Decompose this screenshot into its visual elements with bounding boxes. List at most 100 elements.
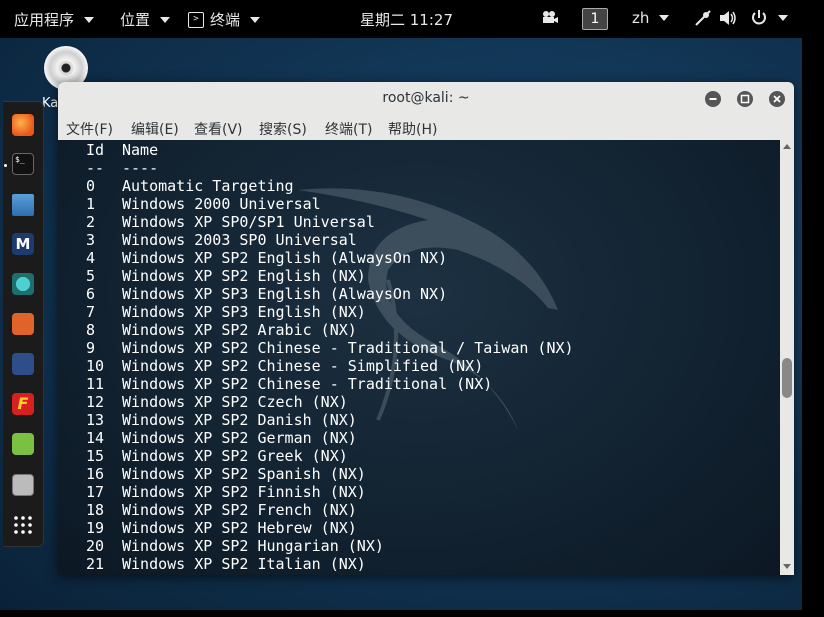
maltego-icon[interactable]	[12, 353, 34, 375]
table-row: 16 Windows XP SP2 Spanish (NX)	[86, 465, 574, 483]
row-id: 4	[86, 249, 96, 267]
row-name: Windows XP SP2 Arabic (NX)	[122, 321, 357, 339]
title-bar[interactable]: root@kali: ~	[58, 82, 794, 116]
row-name: Windows XP SP2 Chinese - Traditional (NX…	[122, 375, 493, 393]
menu-view[interactable]: 查看(V)	[194, 119, 243, 139]
table-row: 19 Windows XP SP2 Hebrew (NX)	[86, 519, 574, 537]
power-icon	[752, 10, 766, 25]
table-row: 20 Windows XP SP2 Hungarian (NX)	[86, 537, 574, 555]
video-camera-icon[interactable]	[541, 9, 559, 25]
row-name: Windows XP SP2 English (AlwaysOn NX)	[122, 249, 448, 267]
applications-menu[interactable]: 应用程序	[14, 9, 95, 30]
row-id: 17	[86, 483, 105, 501]
menu-terminal[interactable]: 终端(T)	[325, 119, 372, 139]
burpsuite-icon[interactable]	[12, 313, 34, 335]
row-id: 11	[86, 375, 105, 393]
table-row: 14 Windows XP SP2 German (NX)	[86, 429, 574, 447]
chevron-down-icon	[84, 16, 95, 23]
menu-bar: 文件(F) 编辑(E) 查看(V) 搜索(S) 终端(T) 帮助(H)	[58, 116, 794, 141]
faraday-icon[interactable]: F	[12, 393, 34, 415]
row-id: 20	[86, 537, 105, 555]
minimize-icon	[709, 98, 717, 100]
row-id: 2	[86, 213, 96, 231]
row-id: 16	[86, 465, 105, 483]
row-name: Windows XP SP3 English (NX)	[122, 303, 366, 321]
workspace-indicator[interactable]: 1	[582, 8, 608, 30]
armitage-icon[interactable]	[12, 273, 34, 295]
system-menu[interactable]	[694, 9, 788, 27]
maximize-button[interactable]	[737, 91, 753, 107]
row-id: 7	[86, 303, 96, 321]
row-id: 15	[86, 447, 105, 465]
applications-label: 应用程序	[14, 11, 75, 29]
row-name: Windows XP SP2 Italian (NX)	[122, 555, 366, 573]
row-name: Windows XP SP2 Greek (NX)	[122, 447, 348, 465]
terminal-output[interactable]: Id Name -- ---- 0 Automatic Targeting 1 Wind…	[58, 140, 780, 575]
table-row: 2 Windows XP SP0/SP1 Universal	[86, 213, 574, 231]
table-row: 8 Windows XP SP2 Arabic (NX)	[86, 321, 574, 339]
scroll-down-icon[interactable]	[783, 564, 791, 569]
exploit-target-list: Id Name -- ---- 0 Automatic Targeting 1 Wind…	[86, 141, 574, 573]
row-name: Windows XP SP2 Hungarian (NX)	[122, 537, 384, 555]
table-row: 17 Windows XP SP2 Finnish (NX)	[86, 483, 574, 501]
language-menu[interactable]: zh	[632, 9, 670, 27]
clock-label: 星期二 11:27	[360, 11, 453, 29]
row-name: Windows XP SP2 Czech (NX)	[122, 393, 348, 411]
metasploit-icon[interactable]: M	[12, 233, 34, 255]
close-button[interactable]	[769, 91, 785, 107]
table-row: 0 Automatic Targeting	[86, 177, 574, 195]
terminal-icon: >	[188, 11, 204, 28]
row-id: 14	[86, 429, 105, 447]
row-name: Windows XP SP2 Chinese - Traditional / T…	[122, 339, 574, 357]
app-grid-icon[interactable]	[12, 514, 34, 536]
row-name: Automatic Targeting	[122, 177, 294, 195]
row-id: 3	[86, 231, 96, 249]
places-label: 位置	[120, 11, 151, 29]
table-row: 9 Windows XP SP2 Chinese - Traditional / …	[86, 339, 574, 357]
row-id: 10	[86, 357, 105, 375]
table-row: 10 Windows XP SP2 Chinese - Simplified (N…	[86, 357, 574, 375]
vertical-scrollbar[interactable]	[780, 140, 794, 575]
scroll-up-icon[interactable]	[783, 144, 791, 149]
menu-file[interactable]: 文件(F)	[66, 119, 113, 139]
row-id: 6	[86, 285, 96, 303]
row-name: Windows XP SP2 Hebrew (NX)	[122, 519, 357, 537]
dock: $_ M F	[3, 101, 44, 547]
leafpad-icon[interactable]	[12, 433, 34, 455]
separator-name: ----	[122, 159, 159, 177]
row-name: Windows XP SP2 English (NX)	[122, 267, 366, 285]
row-name: Windows XP SP2 German (NX)	[122, 429, 357, 447]
menu-edit[interactable]: 编辑(E)	[131, 119, 179, 139]
table-row: 11 Windows XP SP2 Chinese - Traditional (…	[86, 375, 574, 393]
menu-help[interactable]: 帮助(H)	[388, 119, 437, 139]
chevron-down-icon	[160, 16, 171, 23]
menu-search[interactable]: 搜索(S)	[259, 119, 307, 139]
row-id: 19	[86, 519, 105, 537]
window-title: root@kali: ~	[382, 90, 470, 106]
files-icon[interactable]	[12, 194, 34, 216]
maximize-icon	[740, 94, 750, 104]
row-id: 12	[86, 393, 105, 411]
places-menu[interactable]: 位置	[120, 9, 171, 30]
active-app-menu[interactable]: > 终端	[188, 9, 261, 30]
network-icon	[695, 10, 711, 26]
scrollbar-thumb[interactable]	[782, 358, 792, 398]
row-name: Windows XP SP0/SP1 Universal	[122, 213, 375, 231]
terminal-icon[interactable]: $_	[12, 153, 34, 175]
active-app-label: 终端	[210, 11, 241, 29]
row-id: 13	[86, 411, 105, 429]
header-name: Name	[122, 141, 159, 159]
table-row: 5 Windows XP SP2 English (NX)	[86, 267, 574, 285]
row-name: Windows 2000 Universal	[122, 195, 321, 213]
row-id: 21	[86, 555, 105, 573]
chevron-down-icon	[778, 15, 788, 21]
clock[interactable]: 星期二 11:27	[360, 9, 453, 30]
table-separator: -- ----	[86, 159, 574, 177]
chevron-down-icon	[250, 16, 261, 23]
row-name: Windows XP SP2 Finnish (NX)	[122, 483, 366, 501]
minimize-button[interactable]	[705, 91, 721, 107]
table-row: 1 Windows 2000 Universal	[86, 195, 574, 213]
keyboard-icon[interactable]	[12, 474, 34, 496]
firefox-icon[interactable]	[12, 114, 34, 136]
table-row: 21 Windows XP SP2 Italian (NX)	[86, 555, 574, 573]
